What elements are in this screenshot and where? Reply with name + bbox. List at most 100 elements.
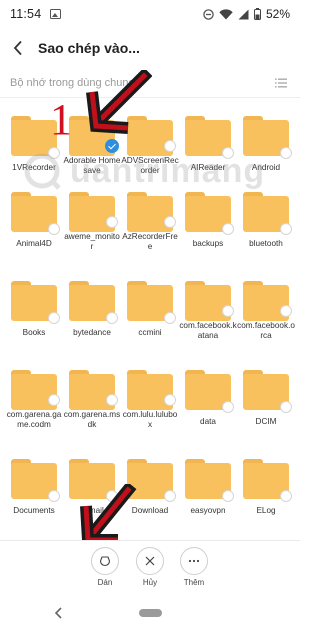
folder-name: com.facebook.orca bbox=[237, 321, 295, 340]
status-indicators: 52% bbox=[203, 7, 290, 21]
paste-button[interactable]: Dán bbox=[80, 547, 130, 593]
system-nav-bar bbox=[0, 594, 300, 633]
folder-item[interactable]: Android bbox=[237, 100, 295, 176]
select-radio[interactable] bbox=[222, 223, 234, 235]
annotation-arrow-down-icon bbox=[80, 484, 137, 546]
status-bar: 11:54 52% bbox=[0, 0, 300, 28]
folder-name: data bbox=[200, 417, 216, 426]
folder-icon bbox=[11, 281, 60, 324]
chevron-left-icon bbox=[13, 40, 22, 56]
folder-item[interactable]: Books bbox=[5, 265, 63, 341]
select-radio[interactable] bbox=[222, 305, 234, 317]
gallery-notification-icon bbox=[50, 9, 62, 19]
paste-label: Dán bbox=[97, 578, 113, 587]
folder-item[interactable]: Animal4D bbox=[5, 176, 63, 252]
select-radio[interactable] bbox=[222, 147, 234, 159]
folder-name: Android bbox=[251, 163, 281, 172]
select-radio[interactable] bbox=[164, 140, 176, 152]
folder-icon bbox=[11, 459, 60, 502]
select-radio[interactable] bbox=[164, 394, 176, 406]
select-radio[interactable] bbox=[164, 490, 176, 502]
folder-item[interactable]: Documents bbox=[5, 443, 63, 519]
folder-name: AzRecorderFree bbox=[122, 232, 178, 251]
select-radio[interactable] bbox=[164, 216, 176, 228]
folder-icon bbox=[185, 192, 234, 235]
folder-name: AIReader bbox=[190, 163, 226, 172]
select-radio[interactable] bbox=[280, 305, 292, 317]
select-radio[interactable] bbox=[280, 147, 292, 159]
select-radio[interactable] bbox=[106, 216, 118, 228]
folder-item[interactable]: backups bbox=[179, 176, 237, 252]
folder-icon bbox=[243, 370, 292, 413]
annotation-number-1: 1 bbox=[50, 95, 72, 144]
folder-item[interactable]: DCIM bbox=[237, 354, 295, 430]
more-icon bbox=[180, 547, 208, 575]
folder-item[interactable]: com.garena.game.codm bbox=[5, 354, 63, 430]
folder-name: 1VRecorder bbox=[12, 163, 56, 172]
folder-icon bbox=[243, 192, 292, 235]
select-radio[interactable] bbox=[48, 312, 60, 324]
folder-name: Documents bbox=[13, 506, 55, 515]
folder-item[interactable]: com.garena.msdk bbox=[63, 354, 121, 430]
more-button[interactable]: Thêm bbox=[169, 547, 219, 593]
folder-icon bbox=[69, 370, 118, 410]
folder-name: easyovpn bbox=[190, 506, 226, 515]
select-radio[interactable] bbox=[48, 223, 60, 235]
select-radio[interactable] bbox=[106, 394, 118, 406]
folder-icon bbox=[69, 281, 118, 324]
folder-name: bytedance bbox=[73, 328, 111, 337]
battery-percent: 52% bbox=[265, 7, 290, 21]
folder-name: com.facebook.katana bbox=[179, 321, 237, 340]
nav-back-icon[interactable] bbox=[53, 606, 65, 620]
list-view-icon[interactable] bbox=[274, 76, 288, 90]
folder-item[interactable]: data bbox=[179, 354, 237, 430]
signal-icon bbox=[238, 9, 249, 19]
folder-item[interactable]: com.facebook.katana bbox=[179, 265, 237, 341]
bottom-action-bar: Dán Hủy Thêm bbox=[0, 540, 300, 594]
folder-name: bluetooth bbox=[249, 239, 283, 248]
select-radio[interactable] bbox=[48, 394, 60, 406]
checked-icon[interactable] bbox=[105, 139, 119, 153]
select-radio[interactable] bbox=[280, 490, 292, 502]
folder-icon bbox=[243, 459, 292, 502]
select-radio[interactable] bbox=[280, 401, 292, 413]
page-title: Sao chép vào... bbox=[38, 40, 140, 56]
folder-icon bbox=[127, 192, 176, 232]
folder-icon bbox=[11, 192, 60, 235]
select-radio[interactable] bbox=[48, 490, 60, 502]
folder-item[interactable]: com.lulu.lulubox bbox=[121, 354, 179, 430]
folder-name: Adorable Home save bbox=[63, 156, 121, 175]
folder-item[interactable]: AIReader bbox=[179, 100, 237, 176]
folder-name: aweme_monitor bbox=[64, 232, 120, 251]
app-bar: Sao chép vào... bbox=[0, 28, 300, 68]
folder-name: ADVScreenRecorder bbox=[121, 156, 179, 175]
paste-icon bbox=[91, 547, 119, 575]
nav-home-pill[interactable] bbox=[139, 609, 162, 617]
folder-name: ccmini bbox=[138, 328, 162, 337]
folder-name: com.garena.msdk bbox=[63, 410, 121, 429]
folder-item[interactable]: easyovpn bbox=[179, 443, 237, 519]
folder-name: ELog bbox=[256, 506, 276, 515]
folder-item[interactable]: com.facebook.orca bbox=[237, 265, 295, 341]
folder-icon bbox=[69, 192, 118, 232]
select-radio[interactable] bbox=[48, 147, 60, 159]
select-radio[interactable] bbox=[106, 312, 118, 324]
cancel-button[interactable]: Hủy bbox=[125, 547, 175, 593]
select-radio[interactable] bbox=[164, 312, 176, 324]
select-radio[interactable] bbox=[222, 401, 234, 413]
folder-item[interactable]: bluetooth bbox=[237, 176, 295, 252]
folder-icon bbox=[185, 281, 234, 321]
folder-name: com.garena.game.codm bbox=[6, 410, 62, 429]
folder-item[interactable]: AzRecorderFree bbox=[121, 176, 179, 252]
select-radio[interactable] bbox=[222, 490, 234, 502]
folder-item[interactable]: bytedance bbox=[63, 265, 121, 341]
folder-name: backups bbox=[192, 239, 224, 248]
folder-item[interactable]: ccmini bbox=[121, 265, 179, 341]
folder-icon bbox=[243, 281, 292, 321]
select-radio[interactable] bbox=[280, 223, 292, 235]
annotation-arrow-down-right-icon bbox=[86, 70, 152, 134]
folder-item[interactable]: aweme_monitor bbox=[63, 176, 121, 252]
wifi-icon bbox=[219, 8, 233, 19]
folder-item[interactable]: ELog bbox=[237, 443, 295, 519]
back-button[interactable] bbox=[10, 37, 26, 59]
